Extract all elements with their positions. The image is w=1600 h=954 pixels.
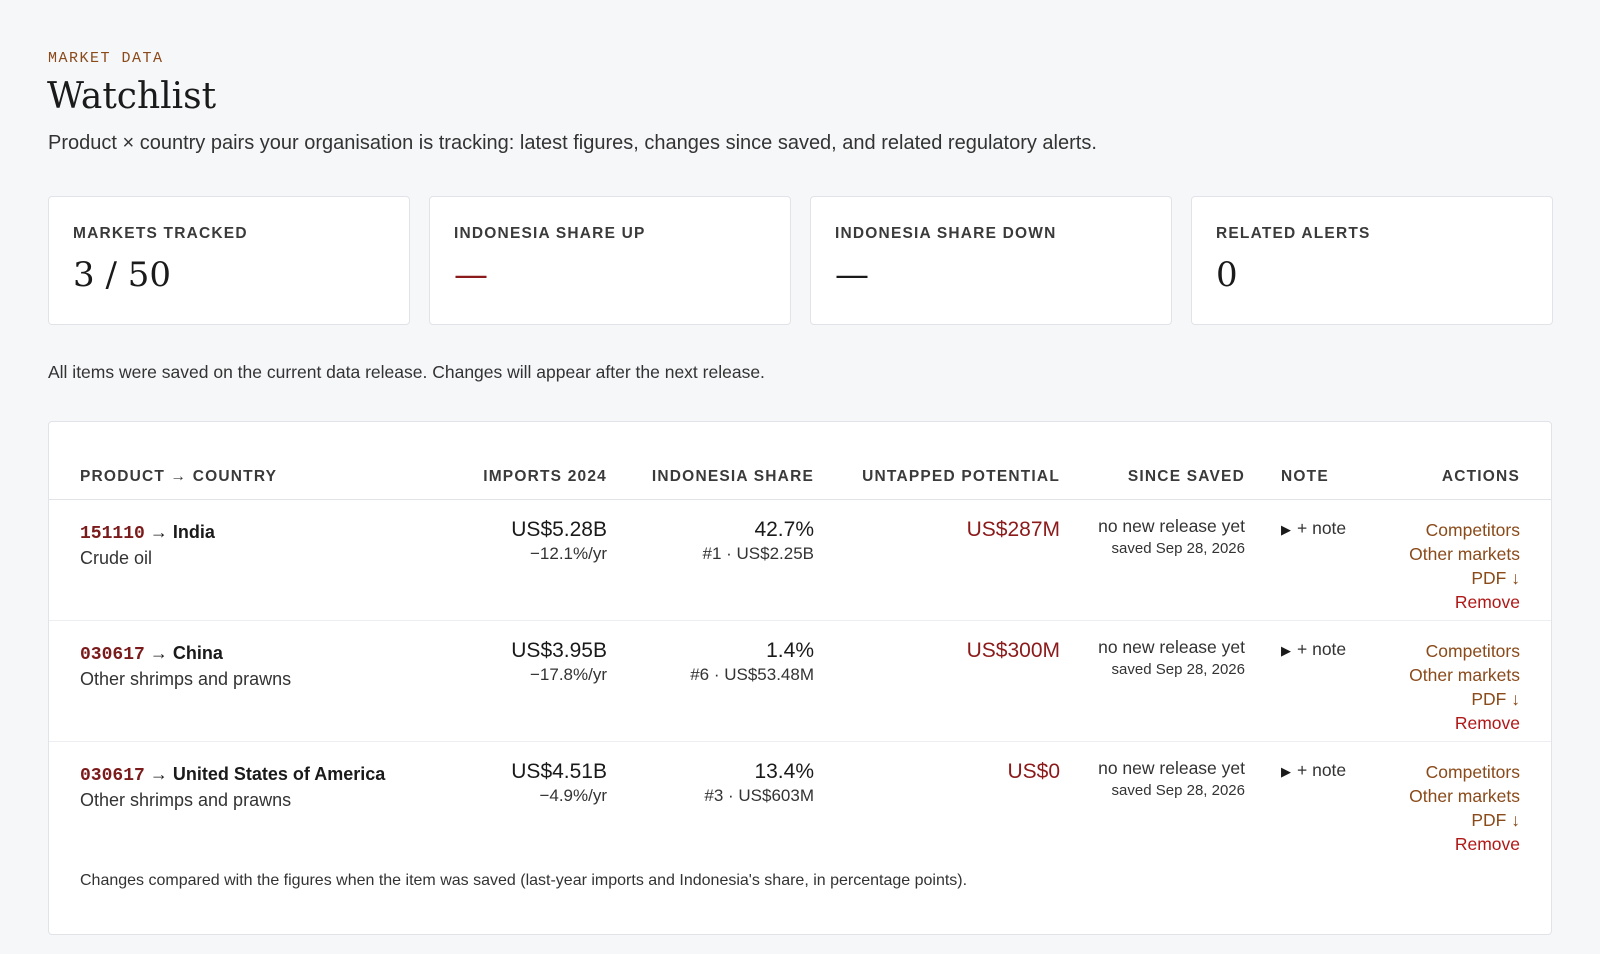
share-value: 13.4% <box>754 760 814 783</box>
add-note-label: + note <box>1297 518 1347 538</box>
summary-cards: MARKETS TRACKED 3 / 50 INDONESIA SHARE U… <box>48 196 1553 325</box>
product-country: 151110 → India <box>80 522 215 544</box>
since-saved-status: no new release yet <box>1098 758 1245 778</box>
other-markets-link[interactable]: Other markets <box>1360 663 1520 687</box>
imports-value: US$3.95B <box>511 639 607 662</box>
share-value: 42.7% <box>754 518 814 541</box>
page-subtitle: Product × country pairs your organisatio… <box>48 132 1097 154</box>
imports-change: −4.9%/yr <box>539 786 607 805</box>
arrow-icon: → <box>149 764 168 784</box>
untapped-potential: US$0 <box>1007 760 1060 783</box>
country-name: India <box>172 522 215 542</box>
competitors-link[interactable]: Competitors <box>1360 760 1520 784</box>
competitors-link[interactable]: Competitors <box>1360 518 1520 542</box>
saved-date: saved Sep 28, 2026 <box>1111 782 1245 799</box>
saved-date: saved Sep 28, 2026 <box>1111 661 1245 678</box>
card-label: INDONESIA SHARE DOWN <box>835 225 1057 242</box>
card-value: — <box>454 255 488 295</box>
disclosure-triangle-icon: ▶ <box>1281 522 1291 537</box>
imports-value: US$4.51B <box>511 760 607 783</box>
share-detail: #1 · US$2.25B <box>702 544 814 563</box>
card-share-up: INDONESIA SHARE UP — <box>429 196 791 325</box>
untapped-potential: US$287M <box>966 518 1060 541</box>
row-actions: Competitors Other markets PDF ↓ Remove <box>1360 760 1520 856</box>
product-name: Crude oil <box>80 548 153 568</box>
col-product-country: PRODUCT → COUNTRY <box>80 468 278 485</box>
imports-change: −17.8%/yr <box>529 665 607 684</box>
product-country: 030617 → China <box>80 643 223 665</box>
row-actions: Competitors Other markets PDF ↓ Remove <box>1360 518 1520 614</box>
card-label: MARKETS TRACKED <box>73 225 248 242</box>
product-name: Other shrimps and prawns <box>80 790 292 810</box>
country-name: China <box>172 643 223 663</box>
pdf-download-link[interactable]: PDF ↓ <box>1360 687 1520 711</box>
share-value: 1.4% <box>766 639 814 662</box>
table-row: 151110 → India Crude oil US$5.28B −12.1%… <box>49 500 1551 621</box>
disclosure-triangle-icon: ▶ <box>1281 764 1291 779</box>
other-markets-link[interactable]: Other markets <box>1360 784 1520 808</box>
add-note-toggle[interactable]: ▶ + note <box>1281 518 1346 539</box>
card-value: 3 / 50 <box>73 255 171 295</box>
imports-change: −12.1%/yr <box>529 544 607 563</box>
share-detail: #3 · US$603M <box>704 786 814 805</box>
page-eyebrow: MARKET DATA <box>48 50 164 67</box>
col-imports: IMPORTS 2024 <box>483 468 607 485</box>
disclosure-triangle-icon: ▶ <box>1281 643 1291 658</box>
table-row: 030617 → United States of America Other … <box>49 742 1551 863</box>
remove-link[interactable]: Remove <box>1360 711 1520 735</box>
card-label: RELATED ALERTS <box>1216 225 1371 242</box>
saved-date: saved Sep 28, 2026 <box>1111 540 1245 557</box>
product-name: Other shrimps and prawns <box>80 669 292 689</box>
col-since-saved: SINCE SAVED <box>1127 468 1245 485</box>
card-markets-tracked: MARKETS TRACKED 3 / 50 <box>48 196 410 325</box>
add-note-label: + note <box>1297 639 1347 659</box>
competitors-link[interactable]: Competitors <box>1360 639 1520 663</box>
card-label: INDONESIA SHARE UP <box>454 225 646 242</box>
col-actions: ACTIONS <box>1441 468 1520 485</box>
table-footnote: Changes compared with the figures when t… <box>80 872 968 889</box>
since-saved-status: no new release yet <box>1098 637 1245 657</box>
untapped-potential: US$300M <box>966 639 1060 662</box>
arrow-icon: → <box>149 522 168 542</box>
since-saved-status: no new release yet <box>1098 516 1245 536</box>
arrow-icon: → <box>149 643 168 663</box>
card-share-down: INDONESIA SHARE DOWN — <box>810 196 1172 325</box>
remove-link[interactable]: Remove <box>1360 832 1520 856</box>
add-note-label: + note <box>1297 760 1347 780</box>
product-code: 030617 <box>80 645 145 665</box>
add-note-toggle[interactable]: ▶ + note <box>1281 639 1346 660</box>
row-actions: Competitors Other markets PDF ↓ Remove <box>1360 639 1520 735</box>
pdf-download-link[interactable]: PDF ↓ <box>1360 566 1520 590</box>
product-code: 151110 <box>80 524 145 544</box>
watchlist-table: PRODUCT → COUNTRY IMPORTS 2024 INDONESIA… <box>48 421 1552 935</box>
add-note-toggle[interactable]: ▶ + note <box>1281 760 1346 781</box>
card-related-alerts: RELATED ALERTS 0 <box>1191 196 1553 325</box>
imports-value: US$5.28B <box>511 518 607 541</box>
card-value: — <box>835 255 869 295</box>
release-note: All items were saved on the current data… <box>48 362 765 382</box>
country-name: United States of America <box>172 764 386 784</box>
card-value: 0 <box>1216 255 1238 295</box>
other-markets-link[interactable]: Other markets <box>1360 542 1520 566</box>
col-potential: UNTAPPED POTENTIAL <box>862 468 1060 485</box>
pdf-download-link[interactable]: PDF ↓ <box>1360 808 1520 832</box>
product-country: 030617 → United States of America <box>80 764 385 786</box>
table-row: 030617 → China Other shrimps and prawns … <box>49 621 1551 742</box>
remove-link[interactable]: Remove <box>1360 590 1520 614</box>
col-share: INDONESIA SHARE <box>651 468 814 485</box>
page-title: Watchlist <box>47 76 217 117</box>
share-detail: #6 · US$53.48M <box>690 665 814 684</box>
col-note: NOTE <box>1281 468 1329 485</box>
product-code: 030617 <box>80 766 145 786</box>
